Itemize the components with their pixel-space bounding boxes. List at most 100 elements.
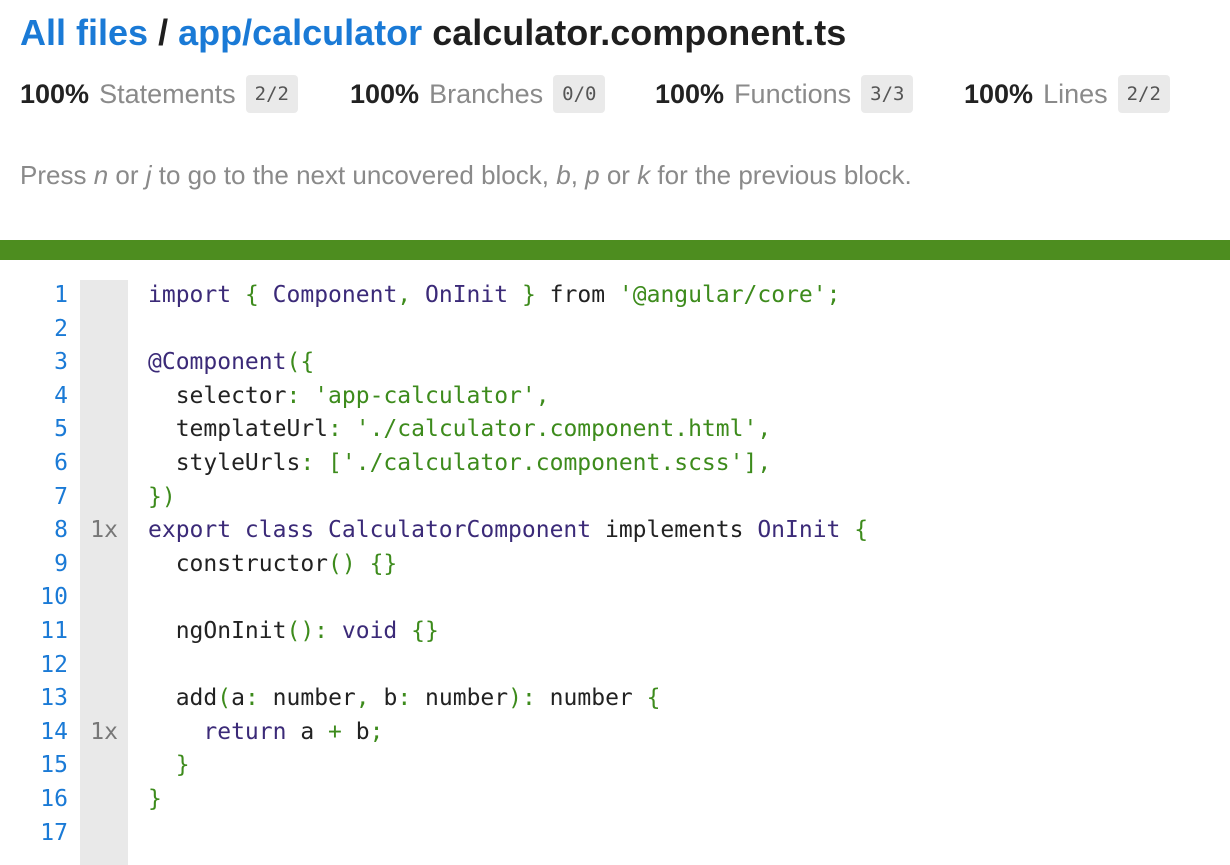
line-number-link[interactable]: 15 [0, 749, 68, 783]
line-number-link[interactable]: 9 [0, 548, 68, 582]
code-line: 5 templateUrl: './calculator.component.h… [0, 413, 1230, 447]
line-source: export class CalculatorComponent impleme… [148, 514, 868, 548]
code-token: return [203, 718, 287, 745]
code-line: 16} [0, 783, 1230, 817]
line-number-link[interactable]: 4 [0, 380, 68, 414]
code-line: 7}) [0, 481, 1230, 515]
keyboard-hint: Press n or j to go to the next uncovered… [20, 160, 912, 191]
code-token: () [328, 550, 356, 577]
code-token: styleUrls [148, 450, 301, 476]
code-token: { [244, 282, 259, 308]
code-token: ): [508, 685, 536, 712]
coverage-summary: 100% Statements 2/2 100% Branches 0/0 10… [20, 72, 1210, 116]
code-token: , [757, 416, 772, 443]
code-token: (): [286, 618, 329, 644]
line-number-link[interactable]: 13 [0, 682, 68, 716]
line-source: selector: 'app-calculator', [148, 380, 550, 414]
stat-percent: 100% [20, 78, 90, 109]
line-number-link[interactable]: 7 [0, 481, 68, 515]
code-line: 8 1x export class CalculatorComponent impl… [0, 514, 1230, 548]
hint-key: p [585, 160, 600, 190]
code-token: import [148, 282, 232, 308]
code-token: Component [272, 282, 398, 308]
line-number-link[interactable]: 5 [0, 413, 68, 447]
line-number-link[interactable]: 16 [0, 783, 68, 817]
coverage-status-bar [0, 240, 1230, 260]
code-token: export class [148, 517, 315, 544]
line-number-link[interactable]: 3 [0, 346, 68, 380]
code-line: 11 ngOnInit(): void {} [0, 615, 1230, 649]
code-token: 'app-calculator' [314, 382, 536, 409]
code-token: number [411, 685, 509, 712]
code-line: 10 [0, 581, 1230, 615]
line-number-link[interactable]: 14 [0, 716, 68, 750]
code-token: } [148, 786, 162, 812]
all-files-link[interactable]: All files [20, 12, 148, 53]
line-source: import { Component, OnInit } from '@angu… [148, 279, 841, 313]
line-number-link[interactable]: 1 [0, 279, 68, 313]
code-token: , [397, 282, 412, 308]
code-token: { [854, 517, 869, 544]
stat-percent: 100% [350, 78, 420, 109]
code-line: 9 constructor() {} [0, 548, 1230, 582]
line-number-link[interactable]: 2 [0, 313, 68, 347]
line-source: } [148, 749, 190, 783]
stat-fraction-badge: 3/3 [861, 75, 914, 113]
line-source: ngOnInit(): void {} [148, 615, 439, 649]
hint-key: b [556, 160, 571, 190]
code-token: a [231, 685, 245, 712]
stat-statements: 100% Statements 2/2 [20, 72, 298, 116]
line-source: }) [148, 481, 176, 515]
code-token: ; [826, 282, 841, 308]
folder-link[interactable]: app/calculator [178, 12, 422, 53]
line-number-link[interactable]: 12 [0, 649, 68, 683]
code-token: OnInit [757, 517, 841, 544]
code-token: } [521, 282, 536, 308]
line-number-link[interactable]: 10 [0, 581, 68, 615]
hint-text: Press [20, 160, 94, 190]
code-token: + [328, 718, 342, 745]
code-token: './calculator.component.html' [355, 416, 758, 443]
line-number-link[interactable]: 11 [0, 615, 68, 649]
stat-branches: 100% Branches 0/0 [350, 72, 606, 116]
line-source: add(a: number, b: number): number { [148, 682, 661, 716]
stat-functions: 100% Functions 3/3 [655, 72, 914, 116]
code-line: 17 [0, 817, 1230, 851]
stat-percent: 100% [964, 78, 1034, 109]
code-token: OnInit [425, 282, 509, 308]
code-token: } [148, 752, 190, 779]
code-line: 15 } [0, 749, 1230, 783]
stat-percent: 100% [655, 78, 725, 109]
code-line: 12 [0, 649, 1230, 683]
code-line: 14 1x return a + b; [0, 716, 1230, 750]
stat-fraction-badge: 2/2 [245, 75, 298, 113]
code-token: constructor [148, 550, 329, 577]
line-number-link[interactable]: 6 [0, 447, 68, 481]
line-number-link[interactable]: 8 [0, 514, 68, 548]
line-number-link[interactable]: 17 [0, 817, 68, 851]
code-line: 13 add(a: number, b: number): number { [0, 682, 1230, 716]
line-source: templateUrl: './calculator.component.htm… [148, 413, 771, 447]
hint-text: , [570, 160, 586, 190]
code-token: }) [148, 483, 176, 510]
code-token: ( [217, 685, 232, 712]
code-token: {} [411, 618, 439, 644]
code-token: void [341, 618, 398, 644]
code-token: CalculatorComponent [328, 517, 592, 544]
line-hit-count: 1x [90, 517, 118, 544]
code-token: : [244, 685, 259, 712]
hint-text: to go to the next uncovered block, [151, 160, 557, 190]
hint-text: for the previous block. [650, 160, 912, 190]
code-token: ['./calculator.component.scss'] [328, 450, 758, 476]
code-token: @Component [148, 349, 287, 376]
